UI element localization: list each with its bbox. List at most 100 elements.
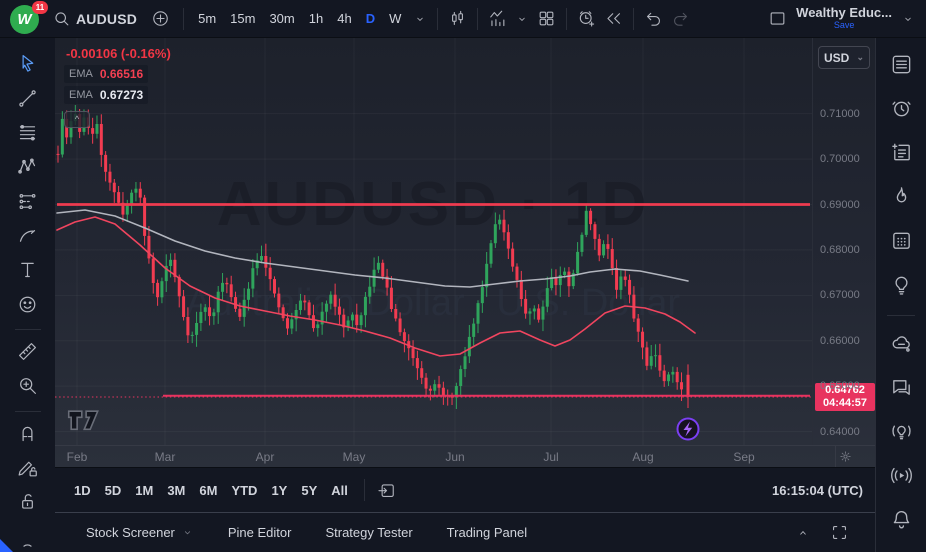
- expand-panel-button[interactable]: [793, 523, 813, 543]
- alerts-clock-button[interactable]: [884, 94, 918, 126]
- streams-play-button[interactable]: [884, 461, 918, 493]
- calendar-dots-icon: [890, 229, 913, 255]
- timeframe-group: 5m15m30m1h4hDW: [191, 7, 408, 30]
- toolbar-divider: [15, 411, 41, 412]
- range-1y-button[interactable]: 1Y: [264, 479, 294, 502]
- saved-layout[interactable]: Wealthy Educ... Save: [796, 6, 892, 32]
- price-scale[interactable]: USD ⌄ 0.64762 04:44:57 0.710000.700000.6…: [812, 38, 875, 445]
- month-label-mar: Mar: [155, 450, 176, 464]
- account-logo[interactable]: W 11: [8, 3, 44, 35]
- cursor-tool-button[interactable]: [12, 51, 44, 79]
- timeframe-w[interactable]: W: [382, 7, 408, 30]
- timeframe-15m[interactable]: 15m: [223, 7, 262, 30]
- currency-unit-label: USD: [824, 51, 849, 65]
- layout-select-button[interactable]: [765, 6, 790, 31]
- range-all-button[interactable]: All: [324, 479, 355, 502]
- time-axis[interactable]: FebMarAprMayJunJulAugSep: [55, 445, 875, 467]
- range-5d-button[interactable]: 5D: [98, 479, 129, 502]
- trend-line-icon: [17, 88, 38, 112]
- minds-cloud-button[interactable]: [884, 329, 918, 361]
- tab-stock-screener[interactable]: Stock Screener: [69, 519, 211, 546]
- tab-strategy-tester[interactable]: Strategy Tester: [308, 519, 429, 546]
- indicator-value: 0.66516: [100, 67, 143, 81]
- indicators-button[interactable]: [485, 6, 510, 31]
- cursor-icon: [17, 53, 38, 77]
- layout-grid-button[interactable]: [534, 6, 559, 31]
- go-to-date-button[interactable]: [374, 478, 399, 503]
- price-tick: 0.67000: [820, 289, 860, 301]
- ema-legend-row[interactable]: EMA 0.66516: [64, 65, 148, 83]
- drawing-toolbar: [0, 38, 55, 552]
- save-indicator[interactable]: Save: [834, 19, 855, 32]
- timeframe-d[interactable]: D: [359, 7, 382, 30]
- date-range-bar: 1D5D1M3M6MYTD1Y5YAll 16:15:04 (UTC): [55, 467, 875, 512]
- month-label-jun: Jun: [445, 450, 464, 464]
- ideas-bulb-icon: [890, 273, 913, 299]
- indicators-dropdown-button[interactable]: [512, 9, 532, 29]
- tab-pine-editor[interactable]: Pine Editor: [211, 519, 309, 546]
- range-1m-button[interactable]: 1M: [128, 479, 160, 502]
- create-alert-button[interactable]: [574, 6, 599, 31]
- timeframe-1h[interactable]: 1h: [302, 7, 330, 30]
- magnet-tool-button[interactable]: [12, 421, 44, 449]
- ema-legend-row[interactable]: EMA 0.67273: [64, 86, 148, 104]
- trend-line-tool-button[interactable]: [12, 85, 44, 113]
- bottom-tabs: Stock ScreenerPine EditorStrategy Tester…: [69, 519, 544, 546]
- topbar-right-group: Wealthy Educ... Save: [765, 6, 918, 32]
- chart-settings-gear-icon[interactable]: [838, 449, 853, 464]
- brush-tool-button[interactable]: [12, 223, 44, 251]
- notifications-bell-button[interactable]: [884, 505, 918, 537]
- redo-button[interactable]: [668, 6, 693, 31]
- range-6m-button[interactable]: 6M: [192, 479, 224, 502]
- range-ytd-button[interactable]: YTD: [224, 479, 264, 502]
- compare-add-symbol-button[interactable]: [145, 5, 176, 32]
- symbol-search-button[interactable]: AUDUSD: [46, 5, 143, 32]
- fib-retracement-icon: [17, 122, 38, 146]
- hotlist-flame-button[interactable]: [884, 182, 918, 214]
- calendar-dots-button[interactable]: [884, 226, 918, 258]
- chart-style-button[interactable]: [445, 6, 470, 31]
- drawing-lock-tool-button[interactable]: [12, 455, 44, 483]
- watchlist-icon: [890, 53, 913, 79]
- chevron-down-icon: [181, 526, 194, 539]
- text-tool-button[interactable]: [12, 257, 44, 285]
- ideas-bulb-button[interactable]: [884, 270, 918, 302]
- currency-unit-button[interactable]: USD ⌄: [818, 46, 870, 69]
- timeframe-dropdown-button[interactable]: [410, 9, 430, 29]
- lock-all-tool-button[interactable]: [12, 489, 44, 517]
- tab-trading-panel[interactable]: Trading Panel: [430, 519, 544, 546]
- chevron-down-icon: ⌄: [856, 52, 864, 63]
- range-5y-button[interactable]: 5Y: [294, 479, 324, 502]
- news-note-button[interactable]: [884, 138, 918, 170]
- month-label-apr: Apr: [256, 450, 275, 464]
- range-1d-button[interactable]: 1D: [67, 479, 98, 502]
- hidden-partial-tool-button[interactable]: [12, 524, 44, 552]
- collapse-legend-button[interactable]: ^: [64, 111, 90, 128]
- bar-countdown: 04:44:57: [823, 397, 867, 410]
- bar-replay-button[interactable]: [601, 6, 626, 31]
- maximize-panel-button[interactable]: [827, 520, 852, 545]
- plus-circle-icon: [151, 9, 170, 28]
- watchlist-button[interactable]: [884, 50, 918, 82]
- toolbar-separator: [633, 8, 634, 30]
- layout-dropdown-button[interactable]: [898, 9, 918, 29]
- fib-retracement-tool-button[interactable]: [12, 120, 44, 148]
- axis-divider: [835, 446, 836, 468]
- layout-title: Wealthy Educ...: [796, 6, 892, 19]
- zoom-in-tool-button[interactable]: [12, 373, 44, 401]
- chat-button[interactable]: [884, 373, 918, 405]
- chart-container[interactable]: AUDUSD · 1DAustralian Dollar / U.S. Doll…: [55, 38, 875, 467]
- live-ideas-button[interactable]: [884, 417, 918, 449]
- clock-utc[interactable]: 16:15:04 (UTC): [772, 483, 863, 498]
- emoji-tool-button[interactable]: [12, 292, 44, 320]
- timeframe-5m[interactable]: 5m: [191, 7, 223, 30]
- xabcd-pattern-tool-button[interactable]: [12, 154, 44, 182]
- undo-button[interactable]: [641, 6, 666, 31]
- range-3m-button[interactable]: 3M: [160, 479, 192, 502]
- timeframe-30m[interactable]: 30m: [262, 7, 301, 30]
- ruler-tool-button[interactable]: [12, 339, 44, 367]
- month-label-feb: Feb: [67, 450, 88, 464]
- timeframe-4h[interactable]: 4h: [330, 7, 358, 30]
- emoji-icon: [17, 294, 38, 318]
- forecast-tool-button[interactable]: [12, 188, 44, 216]
